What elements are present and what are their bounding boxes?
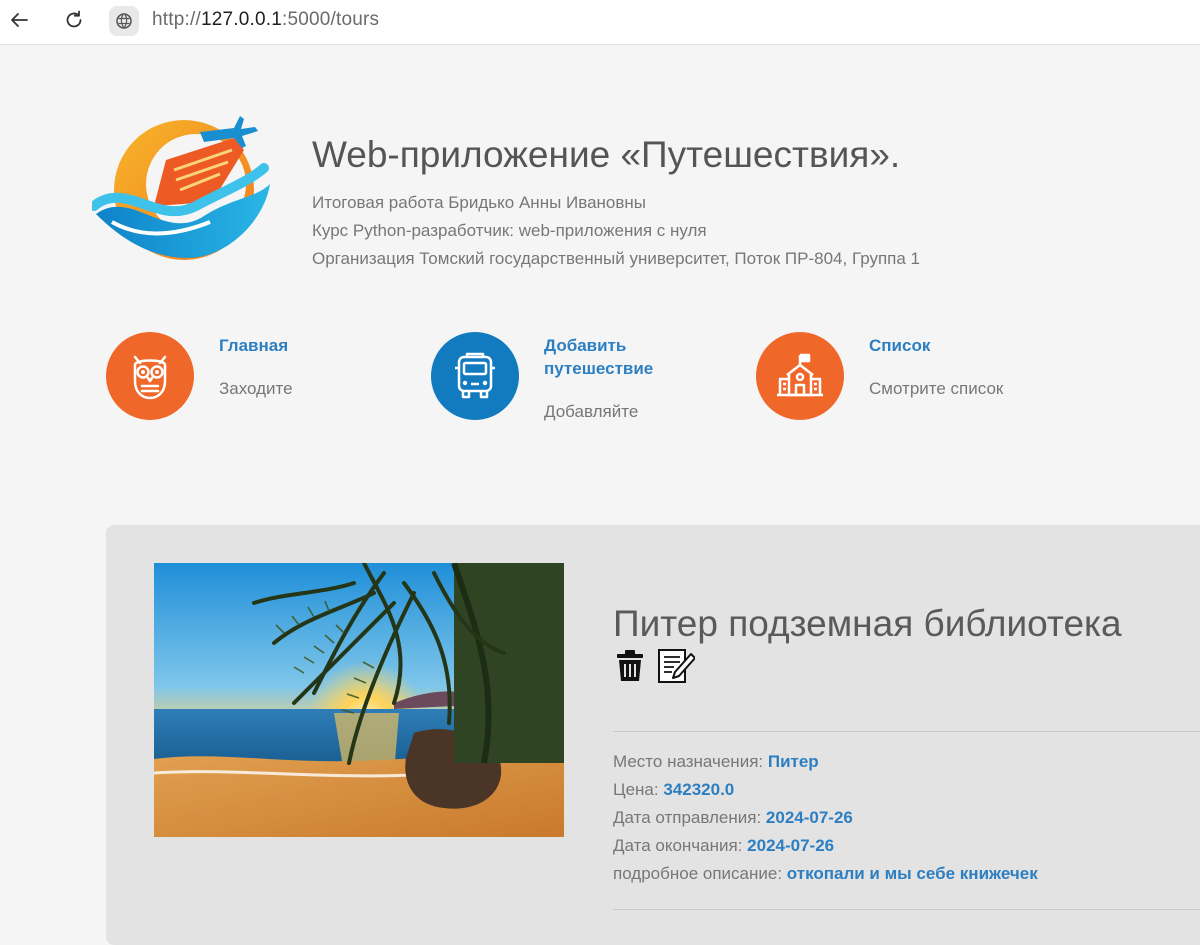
url-path: :5000/tours [281, 9, 380, 30]
delete-button[interactable] [611, 647, 649, 685]
arrow-left-icon [11, 13, 28, 27]
trash-icon [617, 650, 643, 681]
edit-button[interactable] [657, 647, 695, 685]
url-scheme: http:// [152, 9, 201, 30]
travel-logo[interactable] [89, 110, 272, 265]
nav-home-desc: Заходите [219, 379, 293, 398]
end-date-label: Дата окончания: [613, 836, 743, 855]
start-date-label: Дата отправления: [613, 808, 762, 827]
school-icon [756, 332, 844, 420]
nav-add-tour-desc: Добавляйте [544, 402, 639, 421]
nav-home-title[interactable]: Главная [219, 334, 288, 357]
site-info-button[interactable] [109, 6, 139, 36]
end-date-value: 2024-07-26 [747, 836, 835, 855]
start-date-value: 2024-07-26 [765, 808, 853, 827]
destination-row: Место назначения: Питер [613, 751, 819, 773]
nav-add-tour-title-line2: путешествие [544, 359, 654, 378]
end-date-row: Дата окончания: 2024-07-26 [613, 835, 834, 857]
description-value: откопали и мы себе книжечек [786, 864, 1038, 883]
bus-icon [431, 332, 519, 420]
url-host: 127.0.0.1 [200, 9, 282, 30]
page-title: Web-приложение «Путешествия». [312, 134, 901, 175]
divider [613, 909, 1200, 910]
tour-card: Питер подземная библиотека Место назначе… [106, 525, 1200, 945]
description-row: подробное описание: откопали и мы себе к… [613, 863, 1038, 885]
reload-icon [66, 10, 82, 28]
start-date-row: Дата отправления: 2024-07-26 [613, 807, 853, 829]
browser-toolbar: http://127.0.0.1:5000/tours [0, 0, 1200, 45]
price-label: Цена: [613, 780, 659, 799]
author-line: Итоговая работа Бридько Анны Ивановны [312, 193, 647, 212]
owl-icon [106, 332, 194, 420]
organization-line: Организация Томский государственный унив… [312, 249, 921, 268]
destination-value: Питер [767, 752, 819, 771]
nav-list-title[interactable]: Список [869, 334, 930, 357]
destination-label: Место назначения: [613, 752, 764, 771]
back-button[interactable] [5, 6, 33, 34]
tour-photo [154, 563, 564, 837]
price-row: Цена: 342320.0 [613, 779, 734, 801]
edit-icon [658, 649, 695, 683]
price-value: 342320.0 [663, 780, 735, 799]
description-label: подробное описание: [613, 864, 783, 883]
nav-list-desc: Смотрите список [869, 379, 1004, 398]
nav-add-tour-title[interactable]: Добавить путешествие [544, 334, 653, 380]
tour-title: Питер подземная библиотека [613, 603, 1122, 644]
globe-icon [116, 13, 132, 29]
reload-button[interactable] [60, 6, 88, 34]
nav-add-tour-title-line1: Добавить [544, 336, 627, 355]
divider [613, 731, 1200, 732]
address-bar[interactable]: http://127.0.0.1:5000/tours [152, 8, 379, 32]
course-line: Курс Python-разработчик: web-приложения … [312, 221, 707, 240]
